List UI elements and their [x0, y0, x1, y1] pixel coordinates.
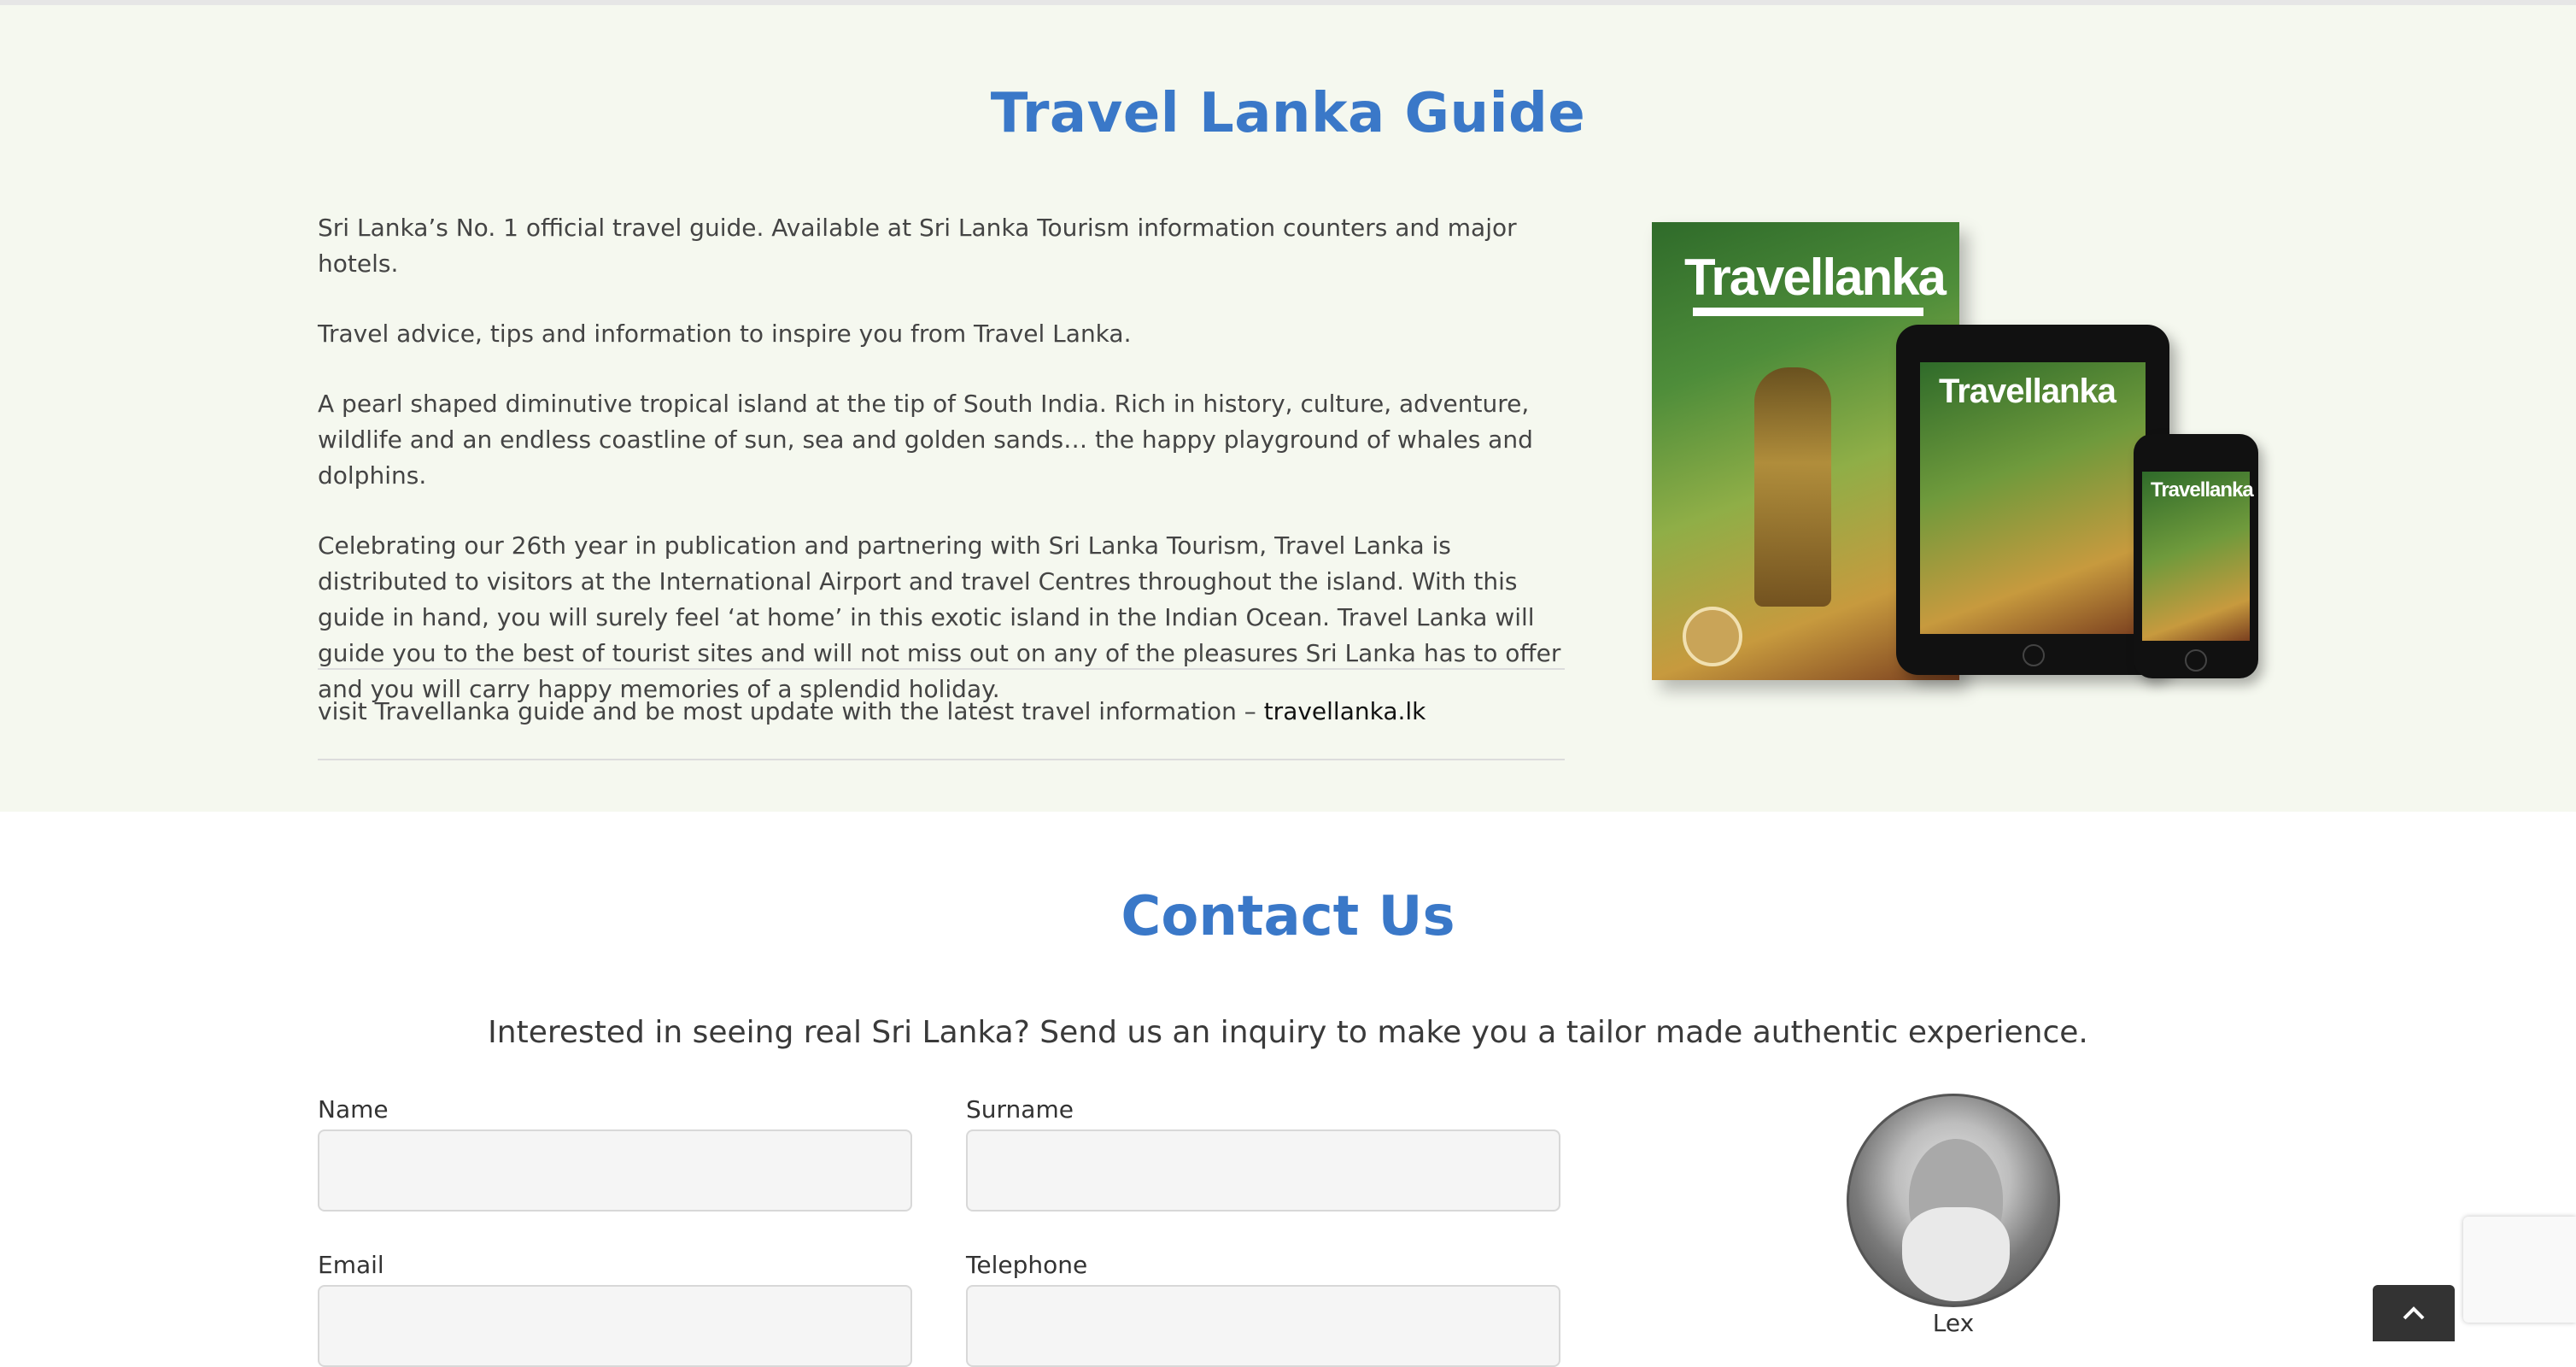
home-button-icon [2185, 649, 2207, 672]
telephone-label: Telephone [966, 1251, 1088, 1279]
telephone-input[interactable] [966, 1285, 1560, 1367]
surname-label: Surname [966, 1095, 1074, 1124]
guide-paragraph: Celebrating our 26th year in publication… [318, 531, 1561, 703]
divider [318, 759, 1565, 760]
tablet-screen: Travellanka [1920, 362, 2146, 634]
tablet-logo: Travellanka [1939, 373, 2116, 410]
name-label: Name [318, 1095, 389, 1124]
oil-lamp-illustration [1754, 367, 1831, 607]
surname-input[interactable] [966, 1129, 1560, 1212]
agent-avatar [1847, 1094, 2060, 1307]
award-badge-icon [1683, 607, 1742, 666]
visit-line: visit Travellanka guide and be most upda… [318, 694, 1565, 730]
travellanka-device-mockup: Travellanka Travellanka Travellanka [1648, 219, 2272, 697]
guide-description: Sri Lanka’s No. 1 official travel guide.… [318, 210, 1565, 742]
guide-paragraph: Sri Lanka’s No. 1 official travel guide.… [318, 214, 1517, 278]
email-input[interactable] [318, 1285, 912, 1367]
phone-logo: Travellanka [2151, 478, 2254, 502]
recaptcha-badge[interactable] [2463, 1217, 2576, 1323]
magazine-logo: Travellanka [1684, 249, 1947, 306]
travel-lanka-guide-section: Travel Lanka Guide Sri Lanka’s No. 1 off… [0, 5, 2576, 812]
visit-text: visit Travellanka guide and be most upda… [318, 697, 1264, 725]
back-to-top-button[interactable] [2373, 1285, 2455, 1341]
guide-paragraph: A pearl shaped diminutive tropical islan… [318, 390, 1533, 490]
agent-name: Lex [1932, 1309, 1975, 1337]
magazine-strip [1693, 308, 1923, 316]
contact-subtitle: Interested in seeing real Sri Lanka? Sen… [488, 1015, 2088, 1050]
phone-screen: Travellanka [2142, 472, 2254, 641]
email-label: Email [318, 1251, 384, 1279]
phone-device: Travellanka [2134, 434, 2258, 678]
name-input[interactable] [318, 1129, 912, 1212]
guide-paragraph: Travel advice, tips and information to i… [318, 320, 1132, 348]
travellanka-link[interactable]: travellanka.lk [1264, 697, 1426, 725]
contact-title: Contact Us [1121, 885, 1455, 948]
chevron-up-icon [2403, 1306, 2425, 1320]
home-button-icon [2023, 644, 2045, 666]
avatar-beard [1902, 1207, 2010, 1301]
guide-title: Travel Lanka Guide [990, 82, 1586, 145]
tablet-device: Travellanka [1896, 325, 2169, 675]
divider [318, 668, 1565, 670]
